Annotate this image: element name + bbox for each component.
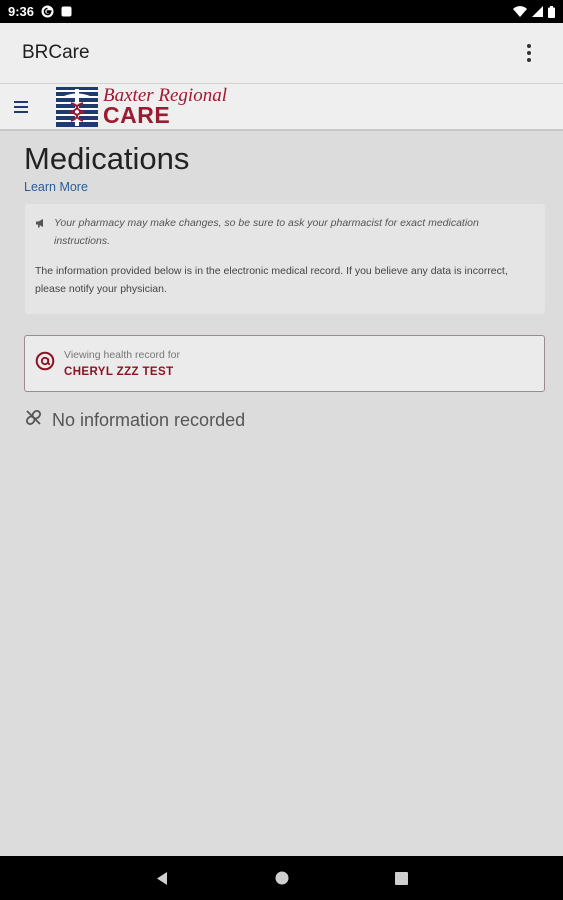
brand-bar: Baxter Regional CARE bbox=[0, 84, 563, 131]
home-circle-icon bbox=[275, 871, 288, 885]
recents-square-icon bbox=[395, 871, 408, 885]
status-time: 9:36 bbox=[8, 4, 35, 19]
status-left: 9:36 bbox=[8, 4, 72, 19]
app-bar: BRCare bbox=[0, 23, 563, 84]
back-button[interactable] bbox=[102, 856, 222, 900]
notice-row: Your pharmacy may make changes, so be su… bbox=[35, 214, 535, 250]
signal-icon bbox=[532, 6, 543, 17]
learn-more-link[interactable]: Learn More bbox=[24, 180, 88, 194]
megaphone-icon bbox=[35, 218, 46, 231]
status-right bbox=[513, 5, 555, 18]
broken-link-icon bbox=[24, 408, 43, 432]
home-button[interactable] bbox=[222, 856, 342, 900]
notice-italic-text: Your pharmacy may make changes, so be su… bbox=[54, 217, 479, 247]
at-sign-icon bbox=[35, 351, 55, 376]
status-bar: 9:36 bbox=[0, 0, 563, 23]
logo-line2: CARE bbox=[103, 102, 171, 128]
empty-state: No information recorded bbox=[24, 408, 245, 432]
hamburger-menu-icon[interactable] bbox=[14, 87, 50, 127]
viewing-label: Viewing health record for bbox=[64, 349, 180, 361]
app-title: BRCare bbox=[22, 42, 90, 63]
viewing-record-card[interactable]: Viewing health record for CHERYL ZZZ TES… bbox=[24, 335, 545, 392]
logo-text: Baxter Regional CARE bbox=[103, 86, 227, 127]
overflow-menu-icon[interactable] bbox=[517, 41, 541, 65]
wifi-icon bbox=[513, 6, 527, 17]
recents-button[interactable] bbox=[342, 856, 462, 900]
battery-icon bbox=[548, 5, 555, 18]
medication-notice: Your pharmacy may make changes, so be su… bbox=[25, 204, 545, 314]
card-text: Viewing health record for CHERYL ZZZ TES… bbox=[64, 349, 180, 378]
caduceus-logo-icon bbox=[56, 86, 98, 127]
back-triangle-icon bbox=[156, 871, 167, 885]
system-nav-bar bbox=[0, 856, 563, 900]
main-content: Medications Learn More Your pharmacy may… bbox=[0, 131, 563, 856]
patient-name: CHERYL ZZZ TEST bbox=[64, 366, 174, 378]
page-title: Medications bbox=[24, 141, 190, 176]
notification-icon bbox=[61, 6, 72, 17]
brand-logo[interactable]: Baxter Regional CARE bbox=[56, 86, 227, 127]
empty-state-text: No information recorded bbox=[52, 409, 246, 430]
google-icon bbox=[41, 5, 54, 18]
notice-plain-text: The information provided below is in the… bbox=[35, 265, 508, 295]
